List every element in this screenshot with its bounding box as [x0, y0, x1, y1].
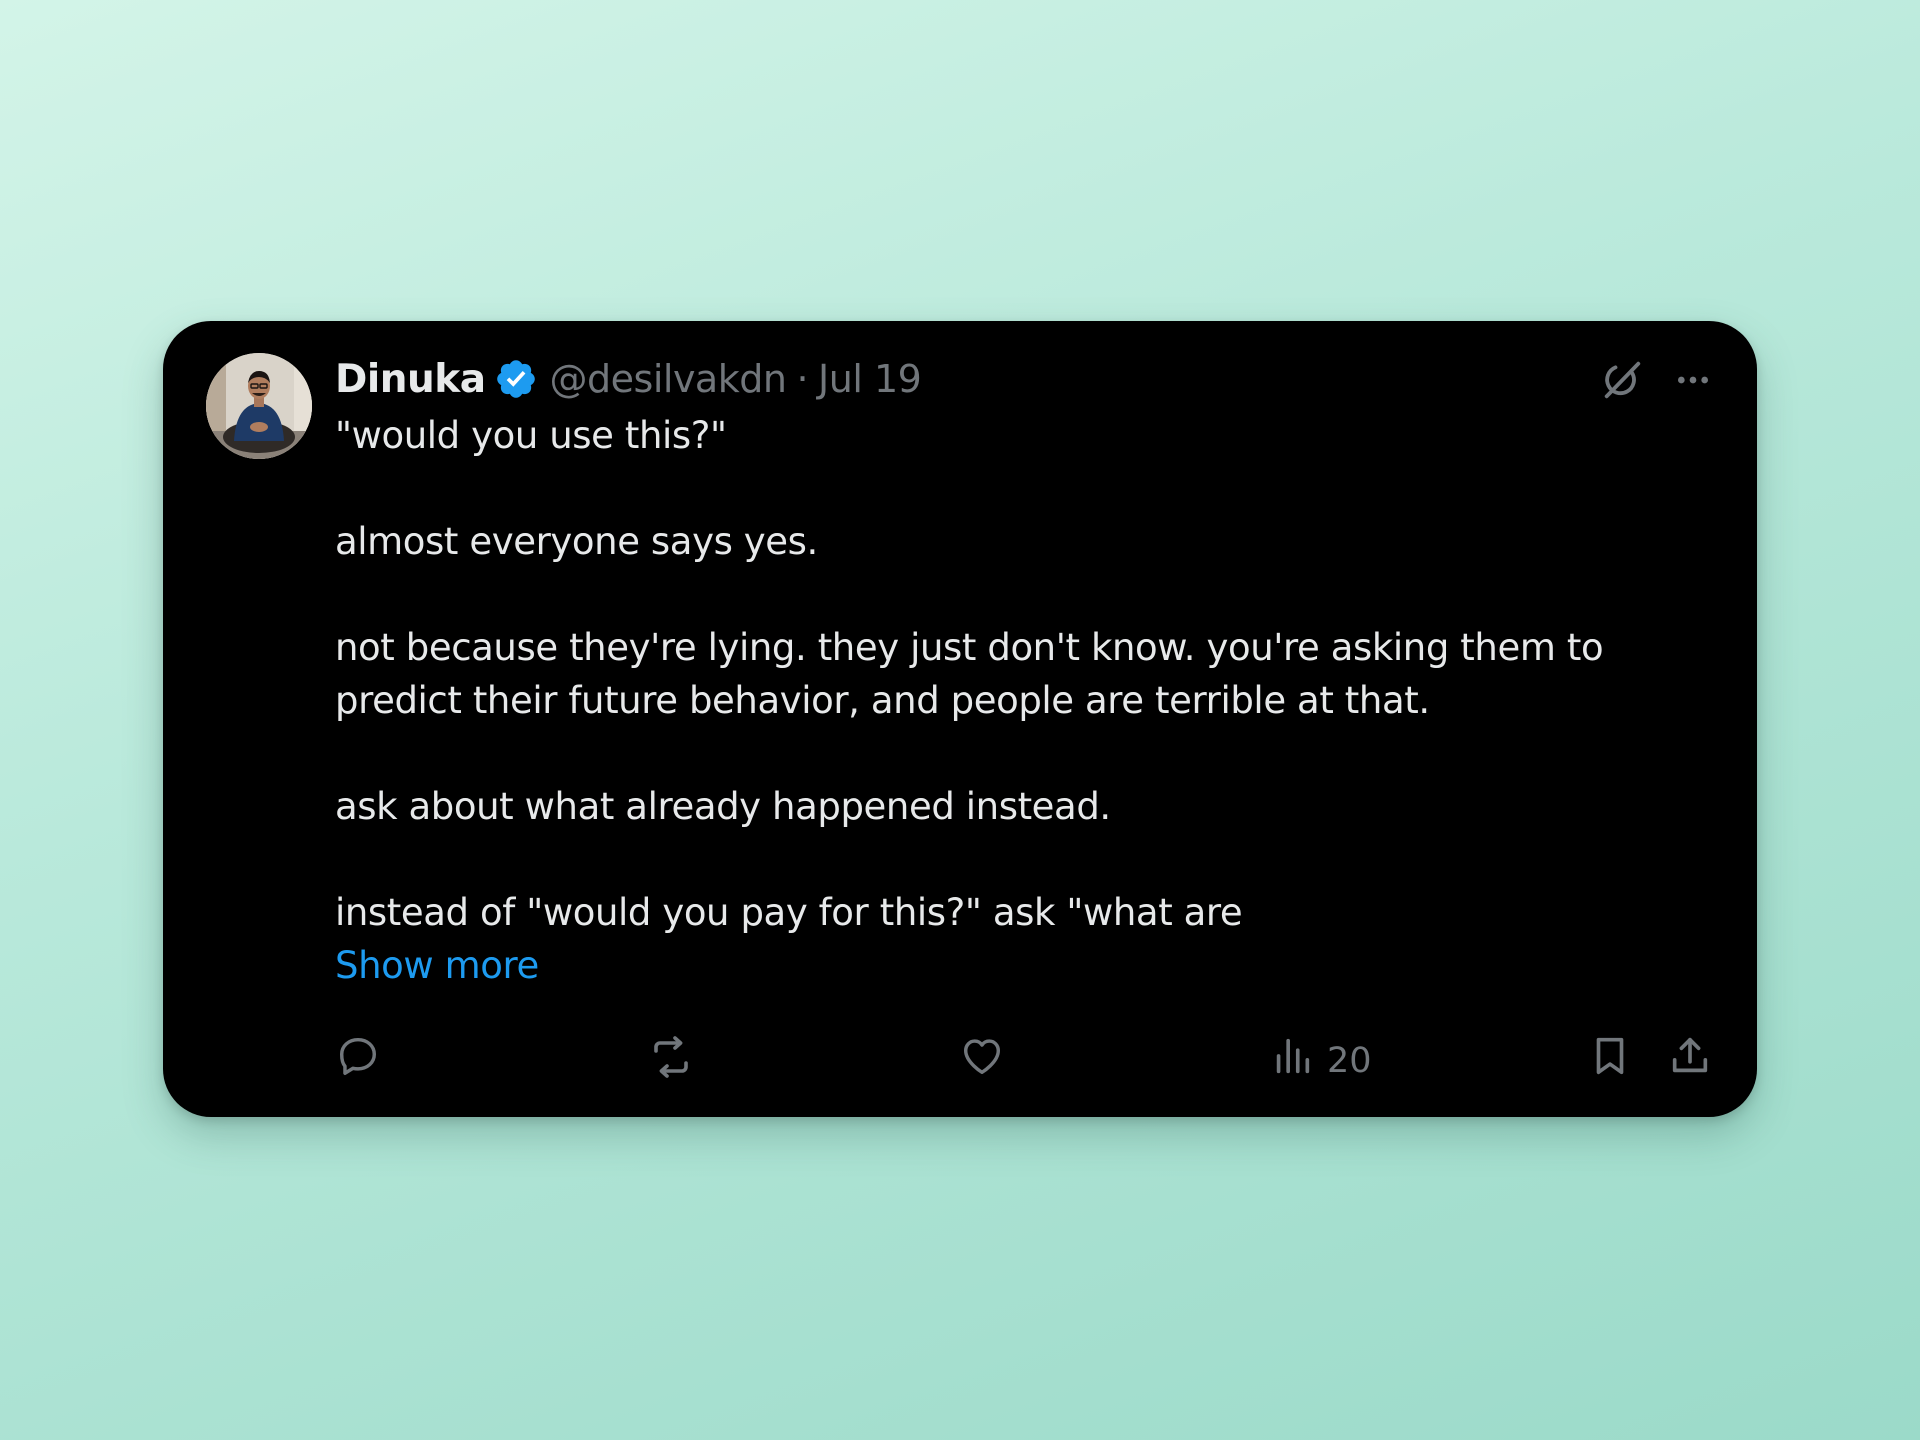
- tweet-top-actions: [1599, 357, 1713, 403]
- share-icon: [1667, 1033, 1713, 1088]
- verified-badge-icon: [494, 357, 538, 401]
- reply-icon: [335, 1033, 381, 1088]
- header-separator: ·: [796, 357, 809, 401]
- views-button[interactable]: 20: [1269, 1033, 1372, 1088]
- like-button[interactable]: [959, 1033, 1005, 1088]
- tweet-paragraph: ask about what already happened instead.: [335, 785, 1111, 828]
- grok-icon[interactable]: [1599, 357, 1645, 403]
- tweet-header: Dinuka @desilvakdn · Jul 19: [335, 353, 1635, 405]
- show-more-link[interactable]: Show more: [335, 939, 1635, 992]
- tweet-paragraph: almost everyone says yes.: [335, 520, 818, 563]
- reply-button[interactable]: [335, 1033, 381, 1088]
- tweet-card[interactable]: Dinuka @desilvakdn · Jul 19 "would you u…: [163, 321, 1757, 1117]
- author-handle[interactable]: @desilvakdn: [550, 357, 787, 401]
- author-name[interactable]: Dinuka: [335, 357, 486, 402]
- tweet-actions-bar: 20: [335, 1033, 1713, 1093]
- views-count: 20: [1327, 1040, 1372, 1081]
- avatar-photo: [206, 353, 312, 459]
- tweet-paragraph: "would you use this?": [335, 414, 727, 457]
- tweet-content: Dinuka @desilvakdn · Jul 19 "would you u…: [335, 353, 1635, 992]
- tweet-paragraph: not because they're lying. they just don…: [335, 626, 1604, 722]
- share-button[interactable]: [1667, 1033, 1713, 1088]
- repost-icon: [647, 1033, 695, 1090]
- tweet-paragraph: instead of "would you pay for this?" ask…: [335, 891, 1243, 934]
- tweet-text: "would you use this?" almost everyone sa…: [335, 409, 1635, 939]
- views-icon: [1269, 1033, 1315, 1088]
- repost-button[interactable]: [647, 1033, 695, 1090]
- more-options-icon[interactable]: [1673, 360, 1713, 400]
- avatar[interactable]: [206, 353, 312, 459]
- bookmark-icon: [1587, 1033, 1633, 1088]
- bookmark-button[interactable]: [1587, 1033, 1633, 1088]
- like-icon: [959, 1033, 1005, 1088]
- tweet-date[interactable]: Jul 19: [818, 357, 922, 401]
